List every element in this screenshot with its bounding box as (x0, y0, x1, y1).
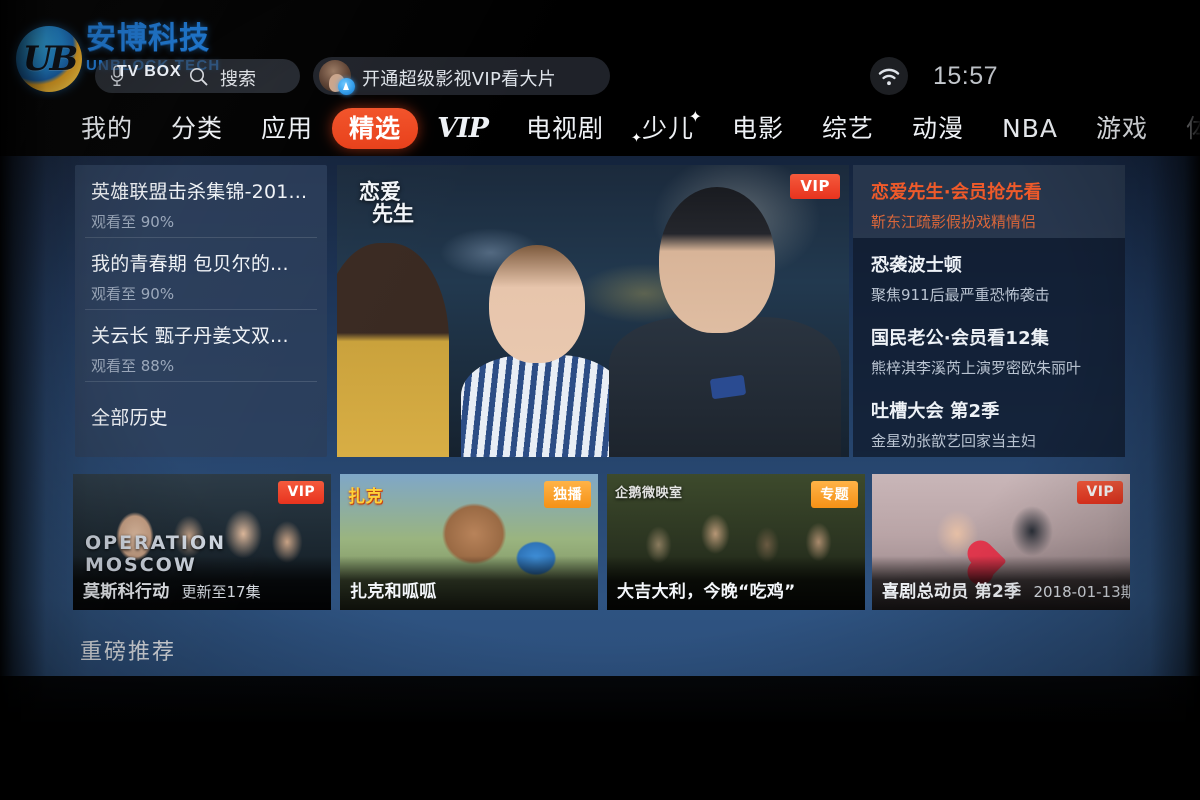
tv-screen-photo: UB 安博科技 UNBLOCK TECH 搜索 TV BOX (0, 0, 1200, 800)
tab-kids-label: 少儿 (641, 113, 694, 143)
list-item[interactable]: 国民老公·会员看12集 熊梓淇李溪芮上演罗密欧朱丽叶 (853, 311, 1125, 384)
card-caption: 大吉大利，今晚“吃鸡” (617, 577, 857, 602)
wifi-status-button[interactable] (870, 57, 908, 95)
history-item-title: 我的青春期 包贝尔的... (91, 253, 289, 275)
card-watermark: 企鹅微映室 (615, 486, 683, 501)
hero-title-line2: 先生 (372, 201, 414, 226)
card-meta: 更新至17集 (181, 583, 261, 601)
status-badge: 专题 (811, 481, 858, 508)
all-history-button[interactable]: 全部历史 (75, 381, 327, 455)
wifi-icon (878, 68, 900, 86)
list-item[interactable]: 恋爱先生·会员抢先看 靳东江疏影假扮戏精情侣 (853, 165, 1125, 238)
content-card[interactable]: 扎克 独播 扎克和呱呱 (340, 474, 598, 610)
hero-title-line1: 恋爱 (359, 179, 401, 204)
history-item[interactable]: 我的青春期 包贝尔的... 观看至 90% (75, 237, 327, 309)
tab-games[interactable]: 游戏 (1077, 116, 1167, 141)
brand-name-cn: 安博科技 (86, 21, 210, 56)
card-meta: 2018-01-13期 (1033, 583, 1130, 601)
list-item-title: 恐袭波士顿 (871, 255, 962, 276)
main-nav-tabs: 我的 分类 应用 精选 VIP 电视剧 ✦ 少儿 ✦ 电影 综艺 动漫 NBA … (0, 100, 1200, 156)
search-icon[interactable] (189, 67, 208, 86)
tab-categories[interactable]: 分类 (152, 116, 242, 141)
card-caption: 喜剧总动员 第2季 2018-01-13期 (882, 577, 1130, 602)
list-item-subtitle: 熊梓淇李溪芮上演罗密欧朱丽叶 (871, 359, 1082, 377)
list-item-title: 恋爱先生·会员抢先看 (871, 182, 1042, 203)
history-item-title: 关云长 甄子丹姜文双... (91, 325, 289, 347)
card-caption: 莫斯科行动 更新至17集 (83, 577, 323, 602)
content-card[interactable]: OPERATION MOSCOW VIP 莫斯科行动 更新至17集 (73, 474, 331, 610)
tab-apps[interactable]: 应用 (242, 116, 332, 141)
tab-variety[interactable]: 综艺 (803, 116, 893, 141)
section-title: 重磅推荐 (80, 640, 177, 665)
tab-mine[interactable]: 我的 (62, 116, 152, 141)
vip-promo-banner[interactable]: 开通超级影视VIP看大片 (313, 57, 610, 95)
card-title: 莫斯科行动 (83, 582, 170, 602)
unblock-tech-circle-logo: UB (16, 26, 82, 92)
card-title: 扎克和呱呱 (350, 582, 437, 602)
sparkle-icon: ✦ (630, 130, 643, 146)
tab-nba[interactable]: NBA (983, 116, 1077, 141)
history-item-progress: 观看至 90% (91, 213, 175, 231)
tab-movies[interactable]: 电影 (713, 116, 803, 141)
history-item-title: 英雄联盟击杀集锦-201... (91, 181, 308, 203)
list-item-title: 吐槽大会 第2季 (871, 401, 1000, 422)
tab-kids[interactable]: ✦ 少儿 ✦ (623, 108, 713, 145)
card-title: 喜剧总动员 第2季 (882, 582, 1022, 602)
recommendation-list: 恋爱先生·会员抢先看 靳东江疏影假扮戏精情侣 恐袭波士顿 聚焦911后最严重恐怖… (853, 165, 1125, 457)
hero-figure-right-head (659, 187, 775, 333)
hero-figure-left (337, 243, 449, 457)
brand-product-label: TV BOX (117, 63, 182, 80)
screen-bezel-bottom (0, 676, 1200, 800)
tab-tv-series[interactable]: 电视剧 (507, 116, 623, 141)
logo-letters: UB (22, 39, 78, 79)
list-item-subtitle: 金星劝张歆艺回家当主妇 (871, 432, 1037, 450)
content-area: 英雄联盟击杀集锦-201... 观看至 90% 我的青春期 包贝尔的... 观看… (0, 156, 1200, 676)
hero-title-logo: 恋爱 先生 (359, 181, 419, 233)
card-watermark: 扎克 (348, 487, 383, 507)
sparkle-icon: ✦ (688, 106, 703, 126)
history-item[interactable]: 英雄联盟击杀集锦-201... 观看至 90% (75, 165, 327, 237)
history-item-progress: 观看至 88% (91, 357, 175, 375)
clock: 15:57 (933, 62, 999, 90)
tab-sports[interactable]: 体育 (1167, 116, 1200, 141)
history-item-progress: 观看至 90% (91, 285, 175, 303)
status-badge: VIP (790, 174, 840, 199)
tab-vip[interactable]: VIP (418, 115, 507, 142)
status-badge: VIP (1077, 481, 1123, 504)
list-item[interactable]: 恐袭波士顿 聚焦911后最严重恐怖袭击 (853, 238, 1125, 311)
hero-figure-mid-head (489, 245, 585, 363)
tab-featured[interactable]: 精选 (332, 107, 419, 149)
list-item-subtitle: 靳东江疏影假扮戏精情侣 (871, 213, 1037, 231)
list-item-subtitle: 聚焦911后最严重恐怖袭击 (871, 286, 1050, 304)
hero-banner[interactable]: 恋爱 先生 VIP (337, 165, 849, 457)
list-item[interactable]: 吐槽大会 第2季 金星劝张歆艺回家当主妇 (853, 384, 1125, 457)
status-badge: VIP (278, 481, 324, 504)
list-item-title: 国民老公·会员看12集 (871, 328, 1050, 349)
content-card[interactable]: VIP 喜剧总动员 第2季 2018-01-13期 (872, 474, 1130, 610)
tv-ui-panel: UB 安博科技 UNBLOCK TECH 搜索 TV BOX (0, 0, 1200, 676)
search-placeholder: 搜索 (220, 69, 256, 90)
vip-upgrade-icon (338, 78, 355, 95)
card-caption: 扎克和呱呱 (350, 577, 590, 602)
card-watermark: OPERATION MOSCOW (85, 532, 226, 576)
card-title: 大吉大利，今晚“吃鸡” (617, 582, 796, 602)
watch-history-panel: 英雄联盟击杀集锦-201... 观看至 90% 我的青春期 包贝尔的... 观看… (75, 165, 327, 457)
tab-anime[interactable]: 动漫 (893, 116, 983, 141)
content-card-row: OPERATION MOSCOW VIP 莫斯科行动 更新至17集 扎克 独播 … (0, 474, 1200, 614)
history-item[interactable]: 关云长 甄子丹姜文双... 观看至 88% (75, 309, 327, 381)
status-badge: 独播 (544, 481, 591, 508)
all-history-label: 全部历史 (91, 407, 168, 429)
hero-figure-mid-body (461, 355, 623, 457)
top-bar: UB 安博科技 UNBLOCK TECH 搜索 TV BOX (0, 0, 1200, 100)
vip-promo-text: 开通超级影视VIP看大片 (362, 69, 557, 90)
content-card[interactable]: 企鹅微映室 专题 大吉大利，今晚“吃鸡” (607, 474, 865, 610)
